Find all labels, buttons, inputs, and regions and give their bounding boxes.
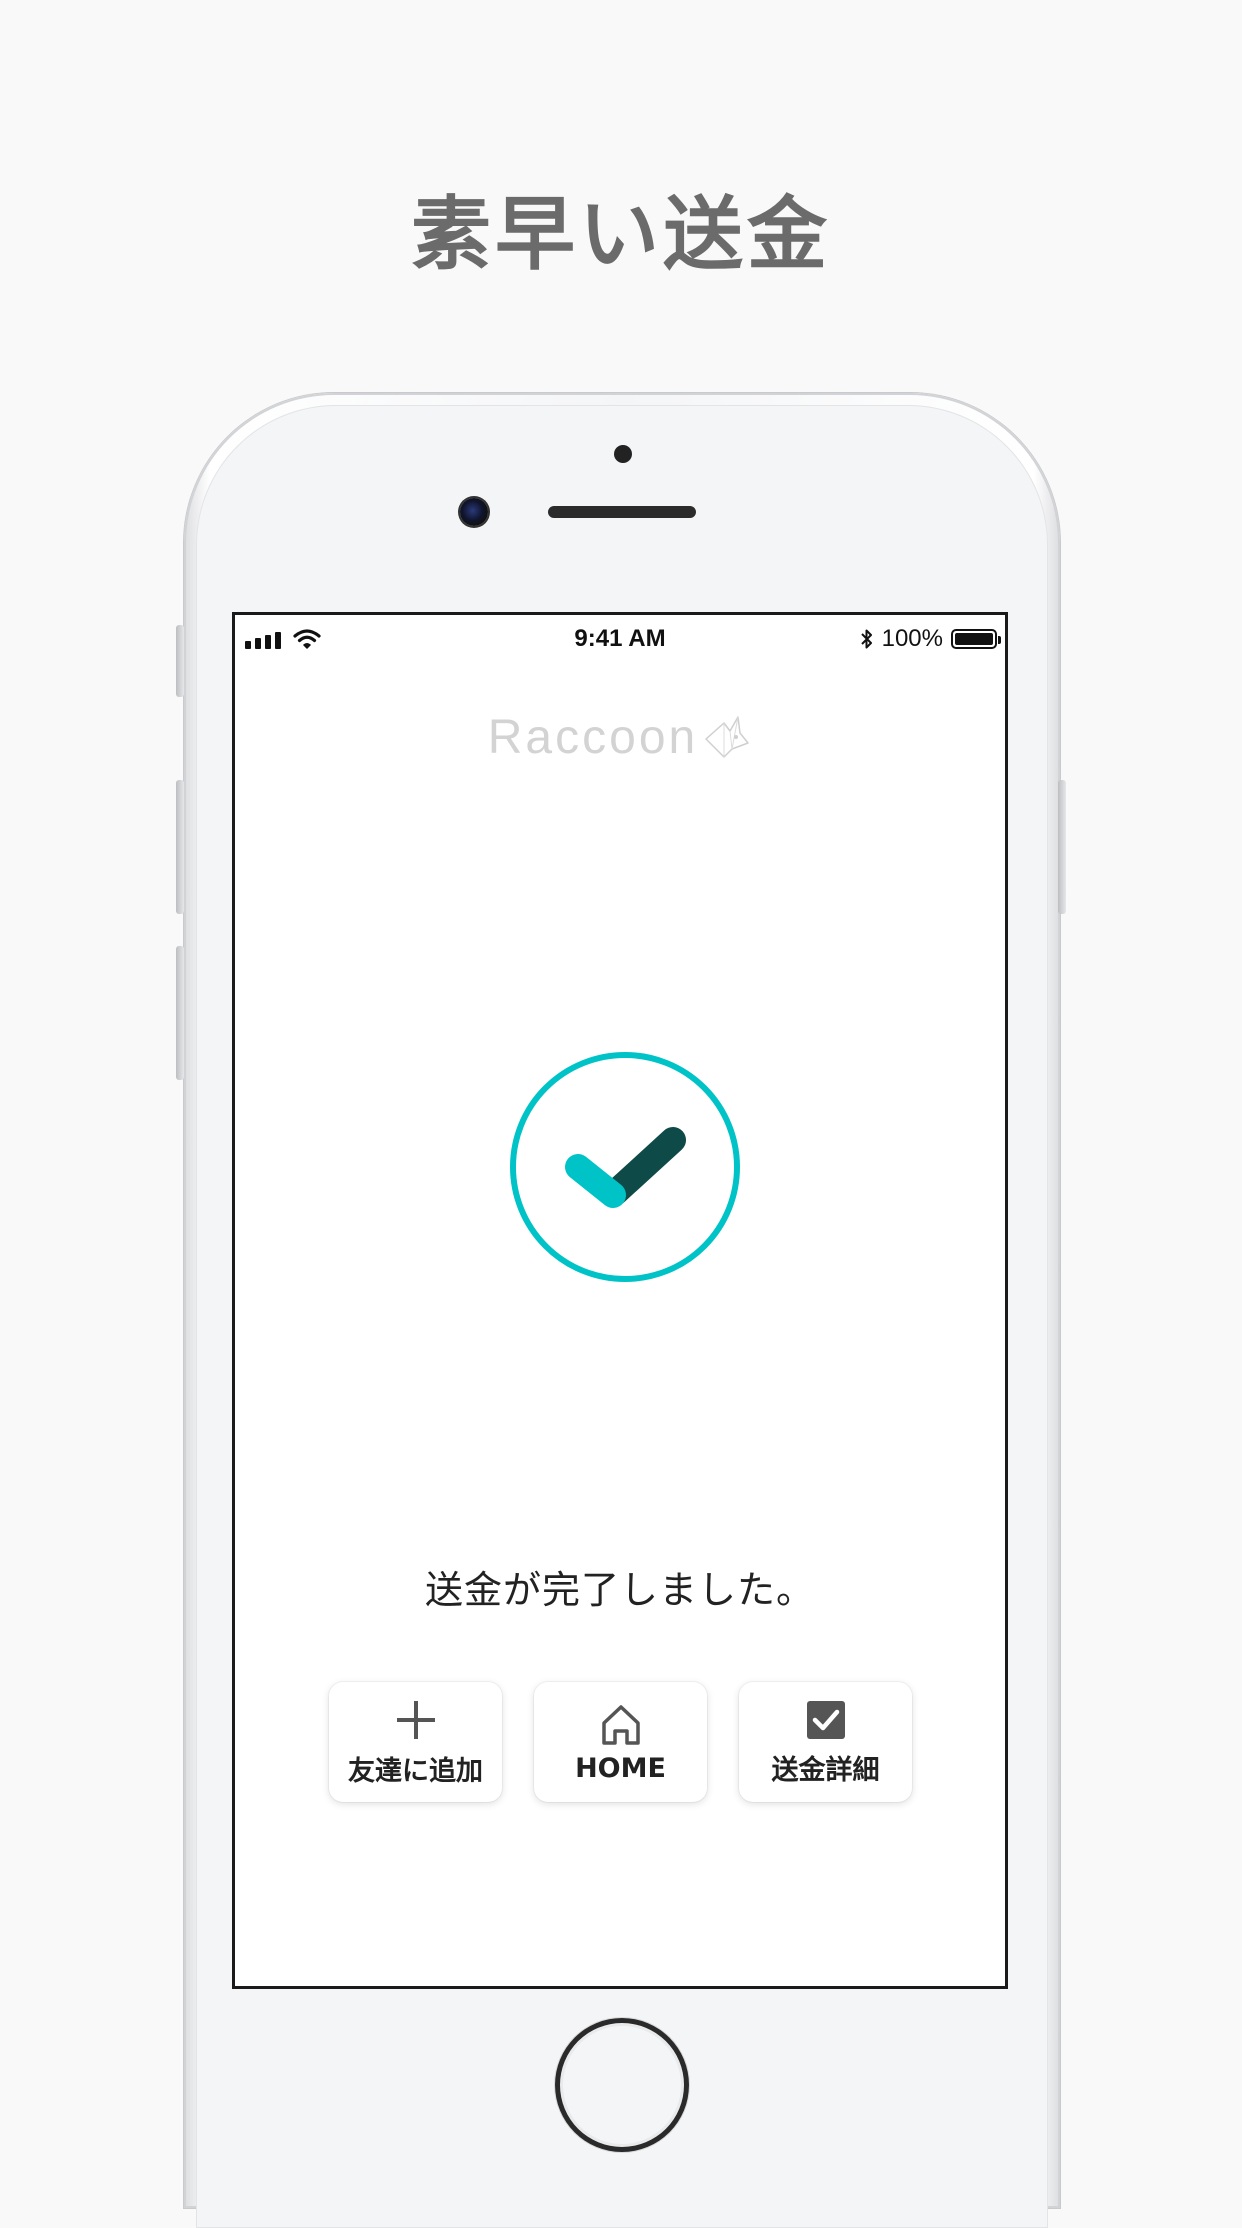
checkbox-icon [806, 1700, 845, 1739]
transfer-details-button[interactable]: 送金詳細 [739, 1682, 912, 1802]
app-logo-text: Raccoon [487, 711, 699, 764]
raccoon-mascot-icon [705, 715, 749, 758]
phone-home-button[interactable] [555, 2018, 689, 2152]
mute-switch [176, 625, 184, 697]
home-label: HOME [575, 1752, 666, 1784]
proximity-sensor [614, 445, 632, 463]
home-button-tab[interactable]: HOME [534, 1682, 707, 1802]
home-icon [601, 1704, 640, 1745]
front-camera [460, 498, 488, 526]
battery-icon [951, 629, 1001, 649]
earpiece-speaker [548, 506, 696, 518]
promo-headline: 素早い送金 [411, 188, 831, 281]
add-friend-button[interactable]: 友達に追加 [329, 1682, 502, 1802]
phone-screen: 9:41 AM 100% Raccoon 送金が完了しました。 友達に追加 HO… [232, 612, 1008, 1989]
status-bar: 9:41 AM 100% [235, 615, 1005, 661]
plus-icon [396, 1700, 435, 1739]
check-circle-icon [510, 1052, 740, 1282]
battery-level-fill [955, 633, 993, 645]
action-buttons: 友達に追加 HOME 送金詳細 [329, 1682, 912, 1802]
volume-up-button [176, 780, 184, 914]
power-button [1058, 780, 1066, 914]
transfer-details-label: 送金詳細 [771, 1754, 880, 1786]
battery-percent: 100% [881, 625, 943, 652]
volume-down-button [176, 946, 184, 1080]
add-friend-label: 友達に追加 [348, 1755, 483, 1787]
transfer-complete-message: 送金が完了しました。 [424, 1568, 815, 1612]
bluetooth-icon [860, 629, 872, 649]
app-logo: Raccoon [235, 710, 1005, 765]
